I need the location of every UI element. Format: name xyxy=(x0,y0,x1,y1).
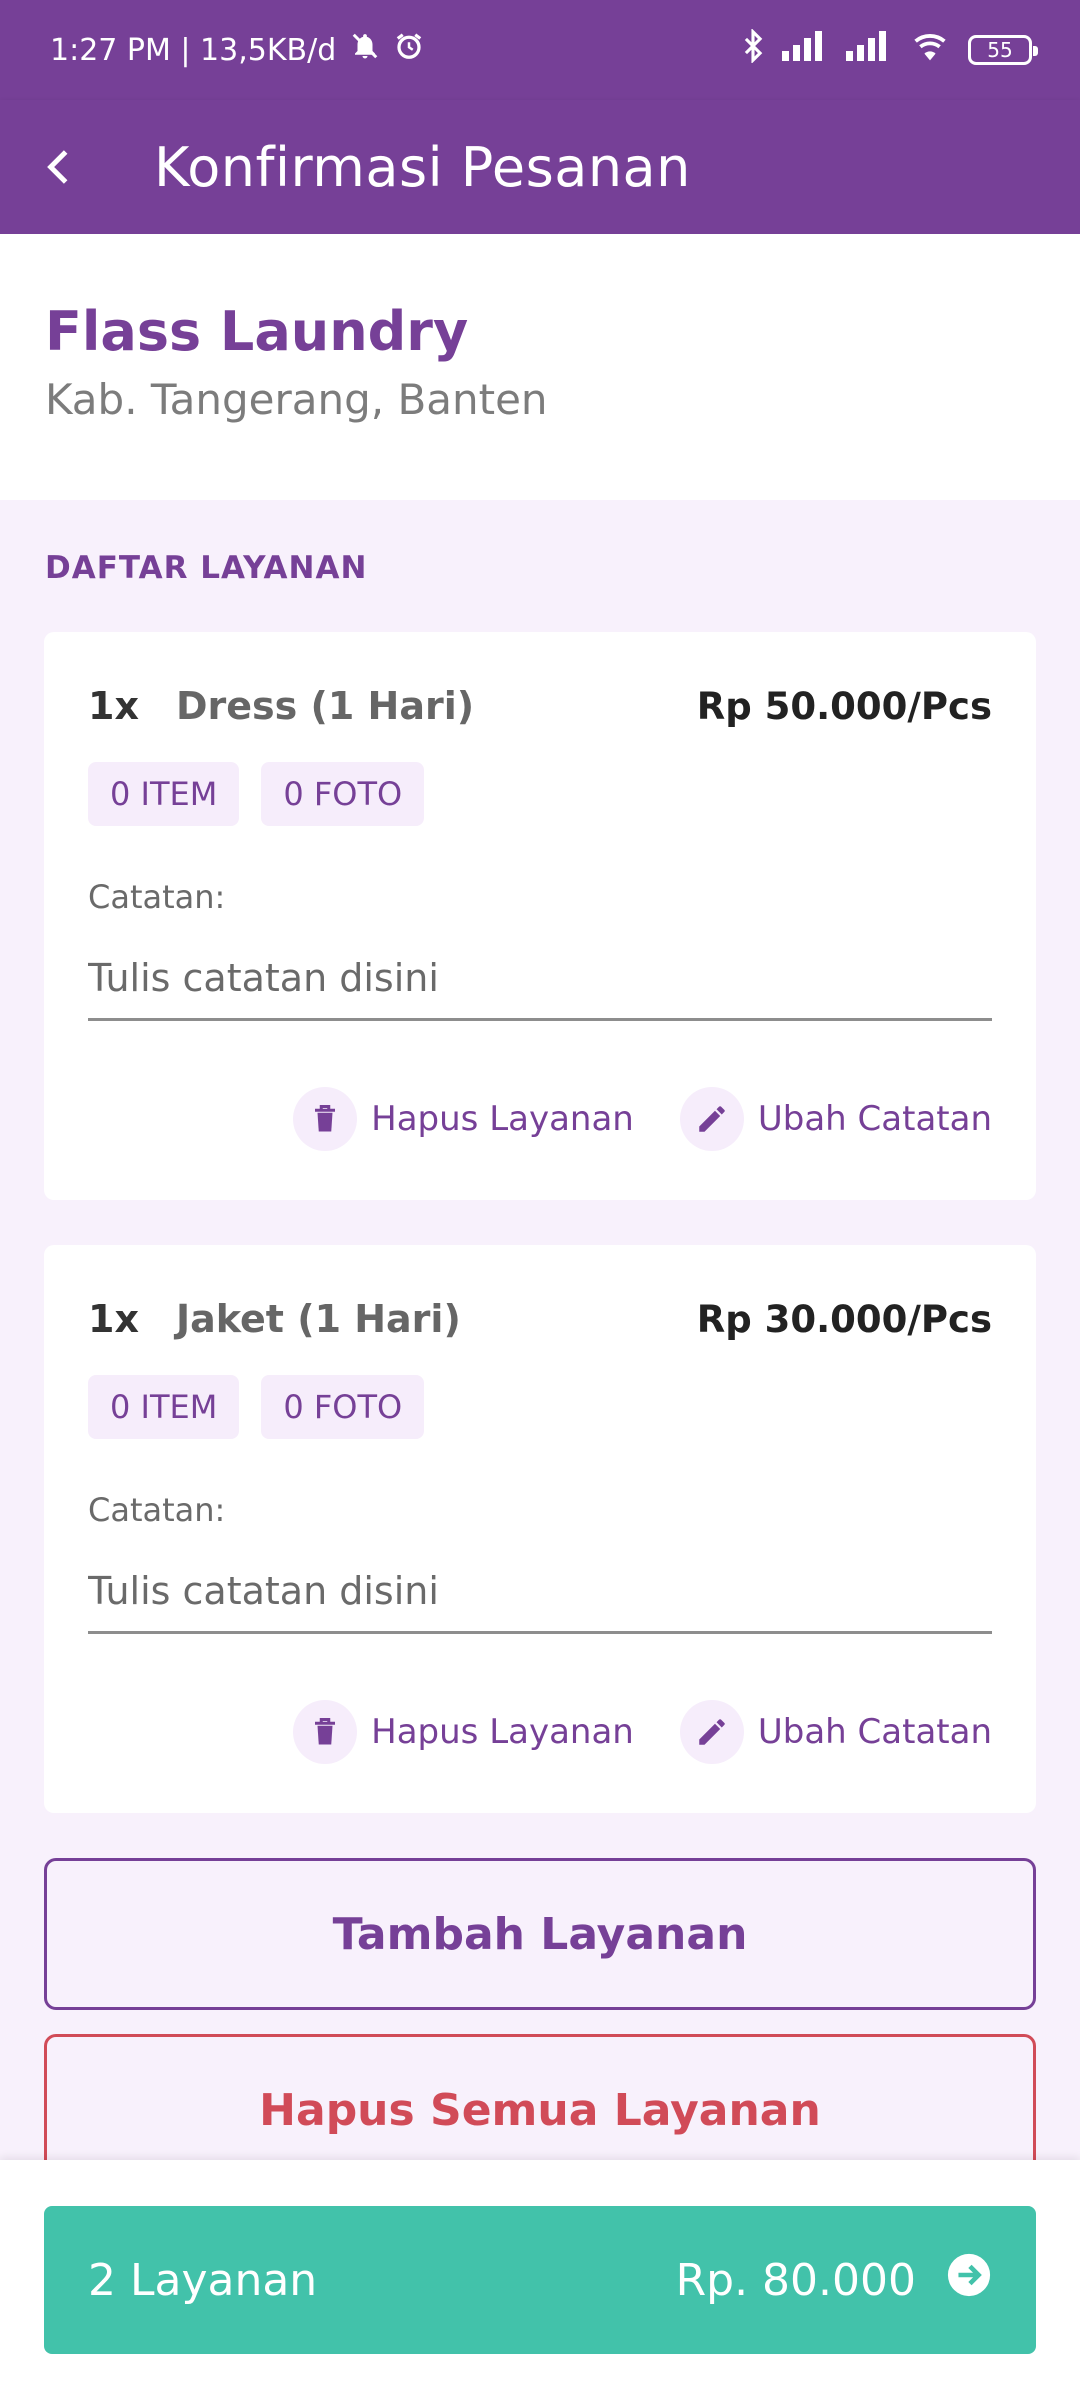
note-label: Catatan: xyxy=(88,878,226,916)
signal-icon-1 xyxy=(782,31,828,69)
note-label: Catatan: xyxy=(88,1491,226,1529)
trash-icon xyxy=(293,1087,358,1151)
signal-icon-2 xyxy=(846,31,892,69)
bottom-bar: 2 Layanan Rp. 80.000 xyxy=(0,2160,1080,2400)
store-name: Flass Laundry xyxy=(45,300,469,363)
status-time: 1:27 PM | 13,5KB/d xyxy=(50,32,337,68)
add-service-button[interactable]: Tambah Layanan xyxy=(44,1858,1036,2010)
photo-count-chip[interactable]: 0 FOTO xyxy=(261,1375,425,1439)
service-quantity: 1x xyxy=(88,684,139,728)
section-title: DAFTAR LAYANAN xyxy=(45,550,368,586)
item-count-chip[interactable]: 0 ITEM xyxy=(88,1375,240,1439)
bell-off-icon xyxy=(350,30,380,70)
service-count: 2 Layanan xyxy=(88,2254,318,2306)
service-name: Dress (1 Hari) xyxy=(176,684,475,728)
edit-note-button[interactable]: Ubah Catatan xyxy=(679,1087,992,1151)
service-card: 1x Dress (1 Hari) Rp 50.000/Pcs 0 ITEM 0… xyxy=(44,632,1036,1200)
app-bar: Konfirmasi Pesanan xyxy=(0,100,1080,234)
edit-note-label: Ubah Catatan xyxy=(757,1712,992,1752)
photo-count-chip[interactable]: 0 FOTO xyxy=(261,762,425,826)
store-location: Kab. Tangerang, Banten xyxy=(45,374,548,424)
checkout-button[interactable]: 2 Layanan Rp. 80.000 xyxy=(44,2206,1036,2354)
note-input[interactable] xyxy=(88,1550,992,1634)
bluetooth-icon xyxy=(742,28,764,71)
back-button[interactable] xyxy=(0,100,130,234)
service-price: Rp 50.000/Pcs xyxy=(696,684,992,728)
edit-note-label: Ubah Catatan xyxy=(757,1099,992,1139)
status-bar: 1:27 PM | 13,5KB/d 55 xyxy=(0,0,1080,100)
delete-service-button[interactable]: Hapus Layanan xyxy=(293,1087,634,1151)
chevron-left-icon xyxy=(47,150,68,184)
alarm-icon xyxy=(394,31,424,69)
edit-note-button[interactable]: Ubah Catatan xyxy=(679,1700,992,1764)
pencil-icon xyxy=(679,1087,744,1151)
note-input[interactable] xyxy=(88,937,992,1021)
pencil-icon xyxy=(679,1700,744,1764)
service-price: Rp 30.000/Pcs xyxy=(696,1297,992,1341)
trash-icon xyxy=(293,1700,358,1764)
item-count-chip[interactable]: 0 ITEM xyxy=(88,762,240,826)
total-price: Rp. 80.000 xyxy=(675,2254,916,2306)
service-name: Jaket (1 Hari) xyxy=(176,1297,461,1341)
delete-service-label: Hapus Layanan xyxy=(371,1099,634,1139)
battery-icon: 55 xyxy=(968,35,1038,65)
arrow-right-circle-icon xyxy=(946,2252,992,2309)
delete-service-button[interactable]: Hapus Layanan xyxy=(293,1700,634,1764)
wifi-icon xyxy=(910,30,950,70)
delete-service-label: Hapus Layanan xyxy=(371,1712,634,1752)
store-info: Flass Laundry Kab. Tangerang, Banten xyxy=(0,234,1080,500)
service-quantity: 1x xyxy=(88,1297,139,1341)
service-card: 1x Jaket (1 Hari) Rp 30.000/Pcs 0 ITEM 0… xyxy=(44,1245,1036,1813)
page-title: Konfirmasi Pesanan xyxy=(154,135,691,199)
